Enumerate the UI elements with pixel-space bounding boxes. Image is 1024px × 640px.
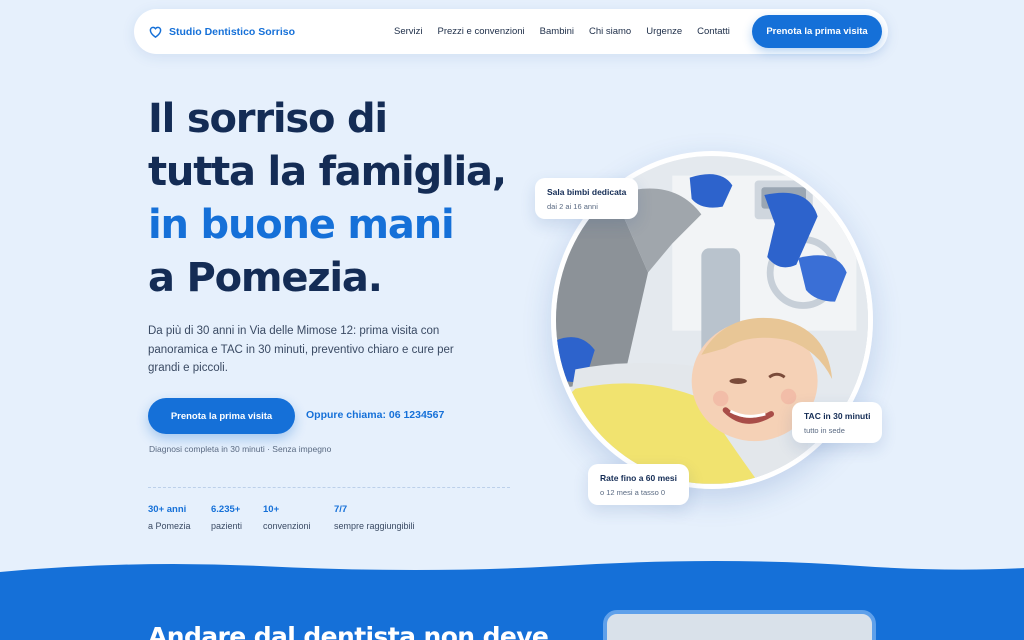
headline-line-1: Il sorriso di [148, 96, 388, 142]
badge-kids-room: Sala bimbi dedicata dai 2 ai 16 anni [535, 178, 639, 219]
menu-item-chi-siamo[interactable]: Chi siamo [589, 26, 631, 37]
stats-divider [148, 487, 510, 488]
badge-title: TAC in 30 minuti [804, 411, 871, 421]
brand-logo[interactable]: Studio Dentistico Sorriso [149, 25, 295, 39]
top-navbar: Studio Dentistico Sorriso Servizi Prezzi… [134, 9, 888, 54]
badge-subtitle: tutto in sede [804, 426, 845, 435]
headline-line-2: tutta la famiglia, [148, 149, 507, 195]
badge-title: Sala bimbi dedicata [547, 187, 627, 197]
section2-title: Andare dal dentista non deve [148, 622, 549, 640]
hero-note: Diagnosi completa in 30 minuti · Senza i… [149, 444, 332, 454]
headline-line-4: a Pomezia. [148, 255, 383, 301]
brand-name: Studio Dentistico Sorriso [169, 25, 296, 38]
stat-agreements: 10+ convenzioni [263, 504, 311, 531]
menu-item-contatti[interactable]: Contatti [697, 26, 730, 37]
stat-label: sempre raggiungibili [334, 521, 415, 531]
badge-installments: Rate fino a 60 mesi o 12 mesi a tasso 0 [588, 464, 690, 505]
call-link[interactable]: Oppure chiama: 06 1234567 [306, 409, 444, 421]
hero-headline: Il sorriso di tutta la famiglia, in buon… [148, 93, 568, 305]
tooth-heart-icon [149, 26, 162, 38]
section2-photo [603, 610, 876, 640]
stat-patients: 6.235+ pazienti [211, 504, 242, 531]
badge-subtitle: o 12 mesi a tasso 0 [600, 488, 666, 497]
stat-label: a Pomezia [148, 521, 191, 531]
stat-label: convenzioni [263, 521, 311, 531]
stat-label: pazienti [211, 521, 243, 531]
menu-item-servizi[interactable]: Servizi [394, 26, 423, 37]
stat-availability: 7/7 sempre raggiungibili [334, 504, 415, 531]
menu-item-bambini[interactable]: Bambini [540, 26, 574, 37]
stat-value: 30+ anni [148, 504, 187, 515]
main-menu: Servizi Prezzi e convenzioni Bambini Chi… [394, 9, 730, 54]
stat-years: 30+ anni a Pomezia [148, 504, 191, 531]
nav-book-button[interactable]: Prenota la prima visita [752, 15, 882, 48]
badge-title: Rate fino a 60 mesi [600, 473, 678, 483]
headline-line-3: in buone mani [148, 202, 455, 248]
stat-value: 10+ [263, 504, 280, 515]
stat-value: 6.235+ [211, 504, 241, 515]
hero-lead: Da più di 30 anni in Via delle Mimose 12… [148, 325, 454, 374]
badge-subtitle: dai 2 ai 16 anni [547, 202, 598, 211]
menu-item-prezzi[interactable]: Prezzi e convenzioni [438, 26, 525, 37]
hero-book-button[interactable]: Prenota la prima visita [148, 398, 295, 434]
menu-item-urgenze[interactable]: Urgenze [646, 26, 682, 37]
badge-tac: TAC in 30 minuti tutto in sede [792, 402, 883, 443]
stat-value: 7/7 [334, 504, 348, 515]
